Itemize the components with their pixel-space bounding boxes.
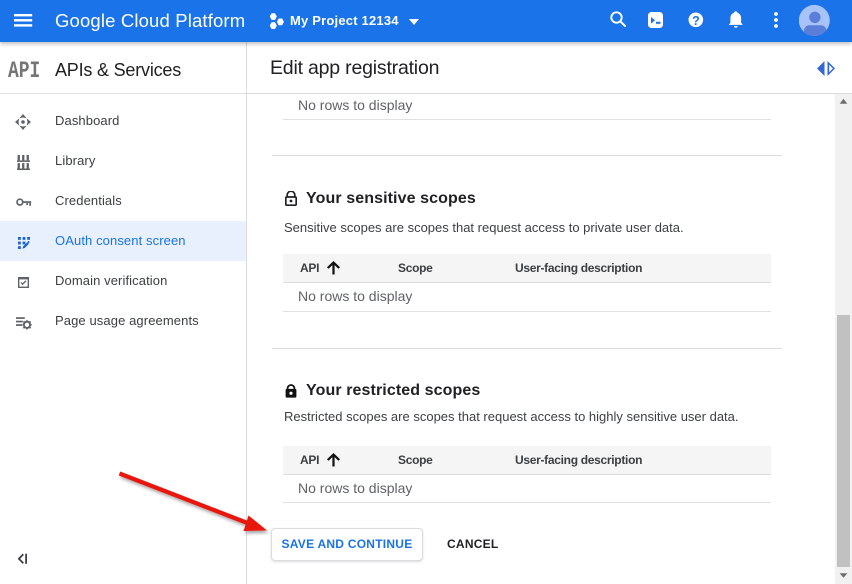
- svg-text:?: ?: [692, 14, 700, 28]
